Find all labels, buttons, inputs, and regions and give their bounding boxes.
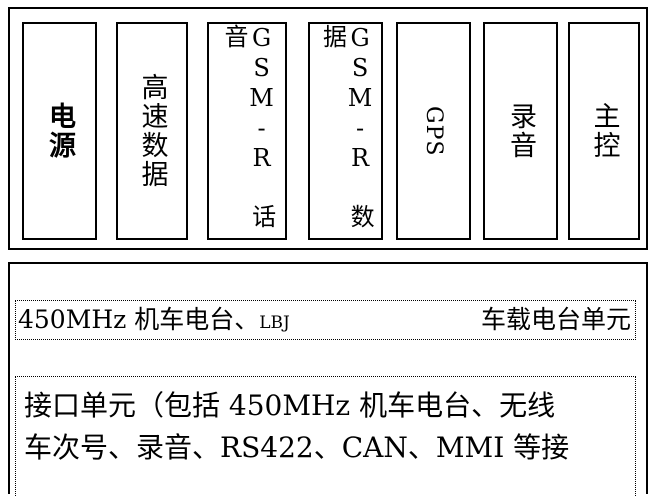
module-label: 录音 xyxy=(505,102,537,160)
module-gps: GPS xyxy=(396,22,471,240)
module-label: GSM-R 话音 xyxy=(220,24,276,230)
interface-unit-box: 接口单元（包括 450MHz 机车电台、无线 车次号、录音、RS422、CAN、… xyxy=(15,376,636,496)
module-label: 电源 xyxy=(44,102,76,160)
lbj-label: LBJ xyxy=(259,313,290,333)
radio-unit-name: 车载电台单元 xyxy=(480,305,631,334)
radio-unit-box: 450MHz 机车电台、LBJ 车载电台单元 xyxy=(15,300,636,340)
module-recording: 录音 xyxy=(483,22,558,240)
module-label: 主控 xyxy=(588,102,620,160)
module-main-control: 主控 xyxy=(568,22,640,240)
module-gsmr-voice: GSM-R 话音 xyxy=(207,22,287,240)
interface-line-1: 接口单元（包括 450MHz 机车电台、无线 xyxy=(24,389,556,422)
module-power: 电源 xyxy=(22,22,97,240)
radio-label-main: 450MHz 机车电台、 xyxy=(18,305,260,334)
radio-unit-label: 450MHz 机车电台、LBJ xyxy=(18,301,290,342)
module-label: 高速数据 xyxy=(136,73,168,189)
module-label: GSM-R 数据 xyxy=(318,24,375,230)
module-gsmr-data: GSM-R 数据 xyxy=(308,22,383,240)
module-label: GPS xyxy=(421,105,446,157)
interface-line-2: 车次号、录音、RS422、CAN、MMI 等接 xyxy=(24,431,570,464)
module-highspeed-data: 高速数据 xyxy=(116,22,188,240)
